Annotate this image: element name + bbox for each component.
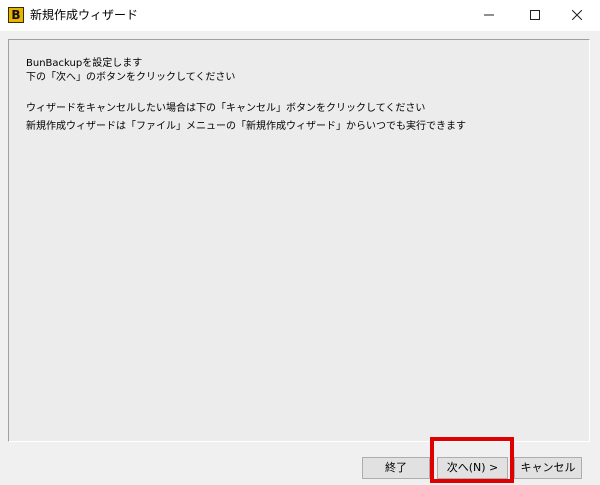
close-button[interactable] xyxy=(554,0,600,31)
finish-button[interactable]: 終了 xyxy=(362,457,430,479)
close-icon xyxy=(572,10,582,20)
message-line-1: BunBackupを設定します xyxy=(26,58,143,69)
next-button-highlight xyxy=(430,437,514,483)
message-line-3: ウィザードをキャンセルしたい場合は下の「キャンセル」ボタンをクリックしてください xyxy=(26,103,426,114)
title-bar[interactable]: B 新規作成ウィザード xyxy=(0,0,600,31)
cancel-button[interactable]: キャンセル xyxy=(514,457,582,479)
maximize-icon xyxy=(530,10,540,20)
wizard-message-panel: BunBackupを設定します 下の「次へ」のボタンをクリックしてください ウィ… xyxy=(8,39,590,442)
message-line-4: 新規作成ウィザードは「ファイル」メニューの「新規作成ウィザード」からいつでも実行… xyxy=(26,121,466,132)
minimize-icon xyxy=(484,14,494,16)
window-title: 新規作成ウィザード xyxy=(30,8,139,22)
message-line-2: 下の「次へ」のボタンをクリックしてください xyxy=(26,72,236,83)
bunbackup-app-icon[interactable]: B xyxy=(8,7,24,23)
minimize-button[interactable] xyxy=(466,0,512,31)
wizard-window: B 新規作成ウィザード BunBackupを設定します 下の「次へ」のボタンをク… xyxy=(0,0,600,485)
maximize-button[interactable] xyxy=(512,0,558,31)
